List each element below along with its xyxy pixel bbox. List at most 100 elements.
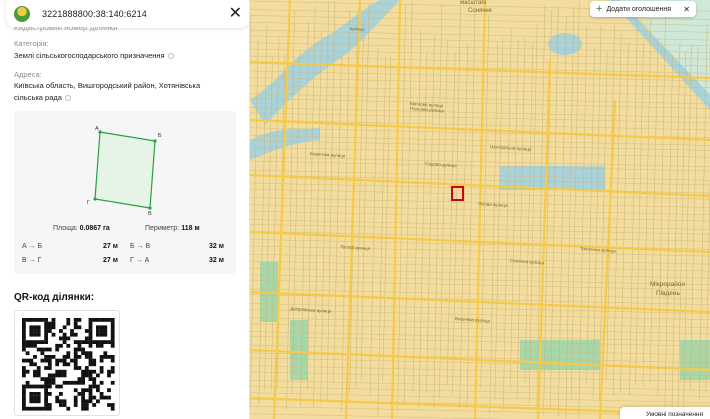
qr-module	[47, 355, 52, 359]
plus-icon: +	[596, 2, 603, 15]
vertex-dot	[148, 206, 152, 210]
qr-module	[44, 395, 48, 400]
qr-module	[73, 355, 78, 359]
qr-module	[110, 336, 115, 341]
qr-module	[44, 336, 48, 341]
qr-module	[88, 377, 93, 381]
qr-module	[103, 325, 108, 330]
qr-module	[92, 384, 97, 389]
qr-module	[81, 377, 85, 381]
qr-module	[92, 395, 97, 400]
qr-module	[62, 325, 67, 330]
qr-module	[40, 358, 45, 363]
parcel-search-bar[interactable]: 3221888800:38:140:6214 ✕	[6, 0, 249, 28]
qr-module	[62, 332, 67, 337]
qr-module	[47, 406, 52, 411]
parcel-info-panel: 3221888800:38:140:6214 ✕ Кадастровий ном…	[0, 0, 250, 419]
qr-module	[36, 395, 41, 400]
qr-module	[99, 380, 104, 385]
qr-module	[62, 373, 67, 378]
parcel-shape-card: А Б В Г Площа: 0.0867 га Периметр: 118 м…	[14, 111, 236, 274]
qr-module	[62, 358, 67, 363]
category-value-text: Землі сільськогосподарського призначення	[14, 51, 165, 60]
qr-module	[73, 399, 78, 404]
qr-module	[22, 384, 26, 389]
qr-module	[88, 362, 93, 367]
qr-module	[88, 395, 93, 400]
perimeter-metric: Периметр: 118 м	[145, 225, 200, 232]
qr-module	[99, 355, 104, 359]
qr-module	[77, 343, 82, 348]
qr-module	[22, 373, 26, 378]
qr-module	[103, 318, 108, 322]
qr-module	[47, 384, 52, 389]
qr-module	[88, 318, 93, 322]
qr-module	[110, 329, 115, 333]
qr-module	[25, 406, 30, 411]
qr-code[interactable]	[14, 310, 120, 416]
qr-module	[77, 318, 82, 322]
qr-module	[66, 406, 71, 411]
qr-module	[22, 395, 26, 400]
info-icon[interactable]	[64, 95, 71, 102]
qr-module	[81, 347, 85, 352]
place-name: Мікрорайон	[650, 280, 685, 288]
qr-module	[88, 325, 93, 330]
place-name: Сонячне	[468, 8, 493, 14]
qr-module	[81, 392, 85, 396]
qr-module	[47, 358, 52, 363]
dismiss-icon[interactable]: ✕	[683, 5, 690, 14]
qr-module	[29, 318, 34, 322]
qr-module	[84, 399, 89, 404]
qr-module	[44, 321, 48, 326]
qr-module	[77, 347, 82, 352]
qr-module	[51, 332, 56, 337]
side-name: А → Б	[22, 243, 43, 250]
qr-module	[47, 362, 52, 367]
street-label: вулиця	[350, 26, 365, 32]
qr-module	[36, 329, 41, 333]
qr-module	[84, 336, 89, 341]
qr-module	[44, 325, 48, 330]
qr-module	[96, 399, 100, 404]
cadastral-map[interactable]: вулиця Польова вулиця Садова вулиця Централ…	[250, 0, 710, 419]
qr-module	[59, 369, 63, 374]
perimeter-label: Периметр:	[145, 225, 180, 232]
qr-module	[81, 388, 85, 393]
qr-module	[33, 343, 37, 348]
qr-module	[99, 329, 104, 333]
qr-module	[29, 332, 34, 337]
qr-module	[96, 340, 100, 344]
qr-module	[22, 336, 26, 341]
qr-module	[110, 355, 115, 359]
qr-module	[25, 358, 30, 363]
address-line-1: Київська область, Вишгородський район, Х…	[14, 81, 201, 90]
qr-module	[99, 340, 104, 344]
qr-module	[44, 384, 48, 389]
close-icon[interactable]: ✕	[229, 6, 242, 22]
qr-module	[88, 399, 93, 404]
qr-module	[55, 358, 60, 363]
legend-button[interactable]: Умовні позначення	[620, 407, 710, 419]
side-name: В → Г	[22, 257, 42, 264]
parcel-id-text[interactable]: 3221888800:38:140:6214	[42, 9, 229, 19]
qr-module	[88, 340, 93, 344]
qr-module	[107, 403, 111, 407]
qr-module	[73, 318, 78, 322]
qr-module	[59, 399, 63, 404]
qr-module	[25, 351, 30, 356]
map-canvas[interactable]: вулицяПольова вулицяСадова вулицяЦентрал…	[250, 0, 710, 419]
qr-module	[73, 395, 78, 400]
qr-module	[47, 366, 52, 370]
add-listing-button[interactable]: + Додати оголошення ✕	[590, 1, 696, 17]
qr-module	[81, 380, 85, 385]
info-icon[interactable]	[167, 53, 174, 60]
qr-module	[22, 340, 26, 344]
vertex-label-a: А	[95, 126, 99, 132]
qr-module	[81, 369, 85, 374]
qr-module	[88, 332, 93, 337]
qr-module	[88, 343, 93, 348]
qr-module	[77, 325, 82, 330]
qr-module	[77, 377, 82, 381]
qr-code-image	[22, 318, 115, 411]
